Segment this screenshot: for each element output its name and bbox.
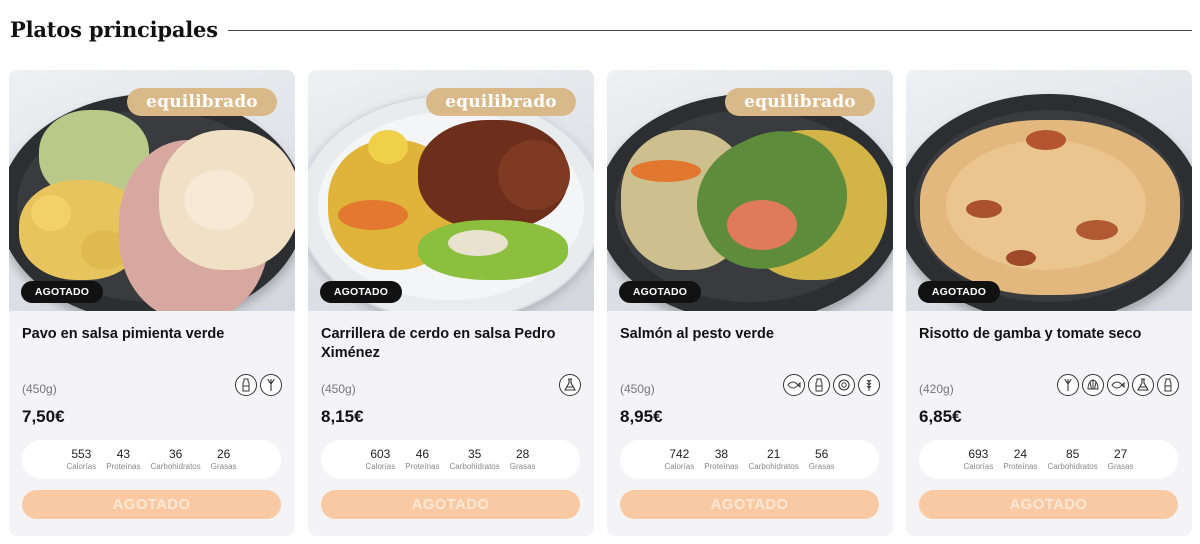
dish-image[interactable]: equilibrado AGOTADO [607,70,893,311]
celery-icon [1057,374,1079,396]
dish-weight: (450g) [321,382,356,396]
macro-fats: 56 Grasas [808,446,835,471]
dish-price: 8,95€ [620,407,663,426]
wheat-icon [858,374,880,396]
macro-proteins: 43 Proteínas [106,446,141,471]
allergen-icons [783,374,880,396]
dish-image[interactable]: equilibrado AGOTADO [308,70,594,311]
dish-name[interactable]: Salmón al pesto verde [620,325,880,344]
dish-image[interactable]: AGOTADO [906,70,1192,311]
fish-icon [1107,374,1129,396]
sold-out-badge: AGOTADO [619,281,701,303]
sold-out-button[interactable]: AGOTADO [919,490,1178,519]
sulphites-flask-icon [1132,374,1154,396]
dish-price: 7,50€ [22,407,65,426]
dish-name[interactable]: Pavo en salsa pimienta verde [22,325,282,344]
allergen-icons [559,374,581,396]
macro-carbs: 36 Carbohidratos [150,446,201,471]
milk-bottle-icon [235,374,257,396]
product-card[interactable]: equilibrado AGOTADO Salmón al pesto verd… [607,70,893,536]
dish-weight: (450g) [620,382,655,396]
product-card[interactable]: equilibrado AGOTADO Carrillera de cerdo … [308,70,594,536]
section-header: Platos principales [10,14,1192,44]
dish-price: 6,85€ [919,407,962,426]
sulphites-flask-icon [559,374,581,396]
sold-out-badge: AGOTADO [21,281,103,303]
dish-price: 8,15€ [321,407,364,426]
nutrition-summary: 603 Calorías 46 Proteínas 35 Carbohidratos … [321,440,580,479]
macro-calories: 693 Calorías [963,446,994,471]
dish-name[interactable]: Risotto de gamba y tomate seco [919,325,1179,344]
macro-proteins: 38 Proteínas [704,446,739,471]
nut-icon [833,374,855,396]
equilibrado-badge: equilibrado [127,88,277,116]
macro-proteins: 46 Proteínas [405,446,440,471]
macro-carbs: 21 Carbohidratos [748,446,799,471]
nutrition-summary: 693 Calorías 24 Proteínas 85 Carbohidratos … [919,440,1178,479]
macro-calories: 742 Calorías [664,446,695,471]
equilibrado-badge: equilibrado [426,88,576,116]
macro-fats: 26 Grasas [210,446,237,471]
dish-weight: (420g) [919,382,954,396]
shellfish-icon [1082,374,1104,396]
fish-icon [783,374,805,396]
sold-out-button[interactable]: AGOTADO [620,490,879,519]
macro-calories: 603 Calorías [365,446,396,471]
milk-bottle-icon [808,374,830,396]
allergen-icons [1057,374,1179,396]
dish-image[interactable]: equilibrado AGOTADO [9,70,295,311]
equilibrado-badge: equilibrado [725,88,875,116]
macro-fats: 27 Grasas [1107,446,1134,471]
product-card[interactable]: AGOTADO Risotto de gamba y tomate seco (… [906,70,1192,536]
product-card[interactable]: equilibrado AGOTADO Pavo en salsa pimien… [9,70,295,536]
sold-out-badge: AGOTADO [320,281,402,303]
section-divider [227,29,1192,31]
nutrition-summary: 553 Calorías 43 Proteínas 36 Carbohidratos … [22,440,281,479]
section-title: Platos principales [10,16,218,42]
dish-name[interactable]: Carrillera de cerdo en salsa Pedro Ximén… [321,325,581,363]
milk-bottle-icon [1157,374,1179,396]
sold-out-button[interactable]: AGOTADO [22,490,281,519]
macro-carbs: 85 Carbohidratos [1047,446,1098,471]
macro-calories: 553 Calorías [66,446,97,471]
celery-icon [260,374,282,396]
macro-proteins: 24 Proteínas [1003,446,1038,471]
dish-weight: (450g) [22,382,57,396]
allergen-icons [235,374,282,396]
nutrition-summary: 742 Calorías 38 Proteínas 21 Carbohidratos … [620,440,879,479]
macro-fats: 28 Grasas [509,446,536,471]
macro-carbs: 35 Carbohidratos [449,446,500,471]
sold-out-badge: AGOTADO [918,281,1000,303]
sold-out-button[interactable]: AGOTADO [321,490,580,519]
